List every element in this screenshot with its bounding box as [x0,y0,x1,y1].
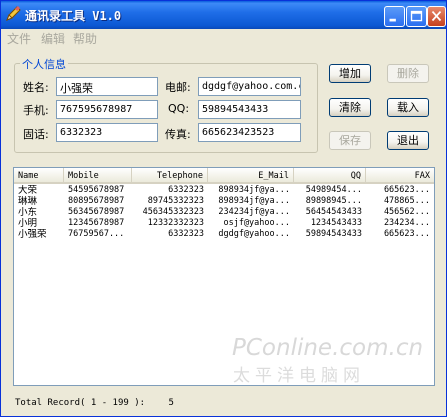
cell-name: 小强荣 [18,229,47,240]
status-text: Total Record( 1 - 199 ): [15,398,146,408]
mobile-input[interactable]: 767595678987 [56,100,158,119]
col-header-mobile[interactable]: Mobile [64,168,132,184]
cell-mobile: 76759567... [68,229,125,239]
app-window: 通讯录工具 V1.0 文件 编辑 帮助 个人信息 姓名: 小强荣 手机: 767… [0,0,447,417]
table-row[interactable]: 琳琳 80895678987 89745332323 898934jf@ya... 89… [14,196,434,207]
record-count: 5 [168,398,174,408]
cell-name: 大荣 [18,185,38,196]
save-button[interactable]: 保存 [329,131,371,150]
cell-fax: 234234... [383,218,430,228]
col-header-fax[interactable]: FAX [366,168,434,184]
cell-mobile: 12345678987 [68,218,125,228]
cell-email: dgdgf@yahoo... [218,229,290,239]
phone-input[interactable]: 6332323 [56,123,158,142]
status-bar: Total Record( 1 - 199 ): 5 [15,398,174,408]
menu-help[interactable]: 帮助 [73,30,97,47]
cell-mobile: 56345678987 [68,207,125,217]
phone-label: 固话: [23,128,49,141]
cell-name: 小明 [18,218,38,229]
watermark-cn: 太平洋电脑网 [233,366,365,386]
cell-telephone: 456345332323 [142,207,204,217]
col-header-name[interactable]: Name [14,168,64,184]
cell-telephone: 12332332323 [147,218,204,228]
cell-email: osjf@yahoo... [223,218,290,228]
list-header: Name Mobile Telephone E_Mail QQ FAX [14,168,434,184]
cell-telephone: 6332323 [168,229,204,239]
close-icon [431,10,442,22]
col-header-email[interactable]: E_Mail [208,168,294,184]
cell-mobile: 80895678987 [68,196,125,206]
exit-button[interactable]: 退出 [387,131,429,150]
mobile-label: 手机: [23,104,49,117]
cell-qq: 54989454... [305,185,362,195]
menu-bar: 文件 编辑 帮助 [1,29,446,46]
clear-button[interactable]: 清除 [329,98,371,117]
window-title: 通讯录工具 V1.0 [25,9,122,23]
cell-email: 898934jf@ya... [218,185,290,195]
minimize-button[interactable] [384,6,405,27]
cell-qq: 59894543433 [305,229,362,239]
col-header-qq[interactable]: QQ [294,168,366,184]
menu-file[interactable]: 文件 [7,30,31,47]
app-pencil-icon [6,6,21,21]
qq-label: QQ: [168,102,190,115]
cell-qq: 89898945... [305,196,362,206]
maximize-icon [410,10,423,22]
fax-input[interactable]: 665623423523 [198,123,301,142]
cell-fax: 478865... [383,196,430,206]
table-row[interactable]: 大荣 54595678987 6332323 898934jf@ya... 549894… [14,185,434,196]
name-label: 姓名: [23,81,49,94]
email-label: 电邮: [165,81,191,94]
menu-edit[interactable]: 编辑 [41,30,65,47]
cell-fax: 665623... [383,185,430,195]
cell-email: 234234jf@ya... [218,207,290,217]
cell-name: 小东 [18,207,38,218]
col-header-telephone[interactable]: Telephone [132,168,208,184]
delete-button[interactable]: 删除 [387,64,429,83]
cell-fax: 665623... [383,229,430,239]
cell-qq: 1234543433 [310,218,362,228]
fax-label: 传真: [165,128,191,141]
qq-input[interactable]: 59894543433 [198,100,301,119]
cell-fax: 456562... [383,207,430,217]
cell-qq: 56454543433 [305,207,362,217]
cell-mobile: 54595678987 [68,185,125,195]
name-input[interactable]: 小强荣 [56,77,158,96]
add-button[interactable]: 增加 [329,64,371,83]
minimize-icon [389,18,396,22]
maximize-button[interactable] [406,6,427,27]
load-button[interactable]: 载入 [387,98,429,117]
table-row[interactable]: 小东 56345678987 456345332323 234234jf@ya... 5… [14,207,434,218]
email-input[interactable]: dgdgf@yahoo.com.cn [198,77,301,96]
table-row[interactable]: 小明 12345678987 12332332323 osjf@yahoo... 123… [14,218,434,229]
table-row[interactable]: 小强荣 76759567... 6332323 dgdgf@yahoo... 59894… [14,229,434,240]
group-title: 个人信息 [20,56,68,72]
cell-email: 898934jf@ya... [218,196,290,206]
title-bar[interactable]: 通讯录工具 V1.0 [1,1,446,29]
cell-name: 琳琳 [18,196,38,207]
cell-telephone: 6332323 [168,185,204,195]
cell-telephone: 89745332323 [147,196,204,206]
watermark-brand: PConline.com.cn [232,335,424,361]
close-button[interactable] [427,6,446,27]
